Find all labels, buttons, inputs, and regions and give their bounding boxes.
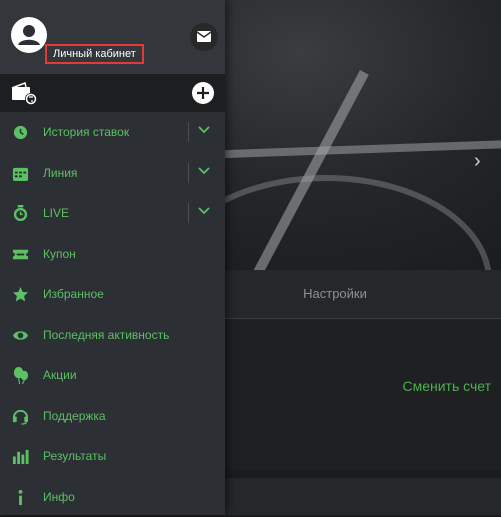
eye-icon: [12, 327, 29, 344]
menu-item-label: Линия: [43, 166, 77, 180]
chevron-down-icon[interactable]: [198, 167, 210, 175]
drawer-header: Личный кабинет: [0, 0, 225, 74]
menu-item-promotions[interactable]: Акции: [0, 355, 225, 396]
chevron-right-icon[interactable]: ›: [474, 150, 481, 173]
menu-item-label: Избранное: [43, 287, 104, 301]
chevron-down-icon[interactable]: [198, 126, 210, 134]
menu-item-results[interactable]: Результаты: [0, 436, 225, 477]
menu-item-line[interactable]: Линия: [0, 153, 225, 194]
plus-icon: [196, 86, 210, 100]
divider: [188, 122, 189, 142]
menu-item-label: LIVE: [43, 206, 69, 220]
navigation-drawer: Личный кабинет Ист: [0, 0, 225, 515]
change-account-link[interactable]: Сменить счет: [402, 378, 491, 394]
menu-item-live[interactable]: LIVE: [0, 193, 225, 234]
menu-item-label: Инфо: [43, 490, 75, 504]
headset-icon: [12, 408, 29, 425]
menu-item-bet-history[interactable]: История ставок: [0, 112, 225, 153]
menu-item-label: Акции: [43, 368, 77, 382]
history-icon: [12, 124, 29, 141]
avatar[interactable]: [11, 17, 47, 53]
menu-item-recent-activity[interactable]: Последняя активность: [0, 315, 225, 356]
mail-button[interactable]: [190, 23, 218, 51]
personal-cabinet-link[interactable]: Личный кабинет: [45, 44, 144, 64]
mail-icon: [197, 31, 211, 42]
menu-item-label: Результаты: [43, 449, 106, 463]
menu-item-info[interactable]: Инфо: [0, 477, 225, 517]
menu-item-support[interactable]: Поддержка: [0, 396, 225, 437]
stopwatch-icon: [12, 205, 29, 222]
ticket-icon: [12, 246, 29, 263]
divider: [188, 203, 189, 223]
menu-item-label: Купон: [43, 247, 76, 261]
wallet-switch-icon[interactable]: [10, 82, 38, 106]
user-icon: [11, 17, 47, 53]
menu-item-label: Последняя активность: [43, 328, 169, 342]
add-button[interactable]: [192, 82, 214, 104]
star-icon: [12, 286, 29, 303]
wallet-row: [0, 74, 225, 112]
divider: [188, 163, 189, 183]
menu-item-favorites[interactable]: Избранное: [0, 274, 225, 315]
balloons-icon: [12, 367, 29, 384]
bar-chart-icon: [12, 448, 29, 465]
drawer-menu: История ставок Линия LIVE: [0, 112, 225, 517]
info-icon: [12, 489, 29, 506]
field-line: [210, 139, 501, 158]
chevron-down-icon[interactable]: [198, 207, 210, 215]
menu-item-coupon[interactable]: Купон: [0, 234, 225, 275]
menu-item-label: Поддержка: [43, 409, 106, 423]
calendar-icon: [12, 165, 29, 182]
tab-settings[interactable]: Настройки: [270, 286, 400, 301]
menu-item-label: История ставок: [43, 125, 129, 139]
